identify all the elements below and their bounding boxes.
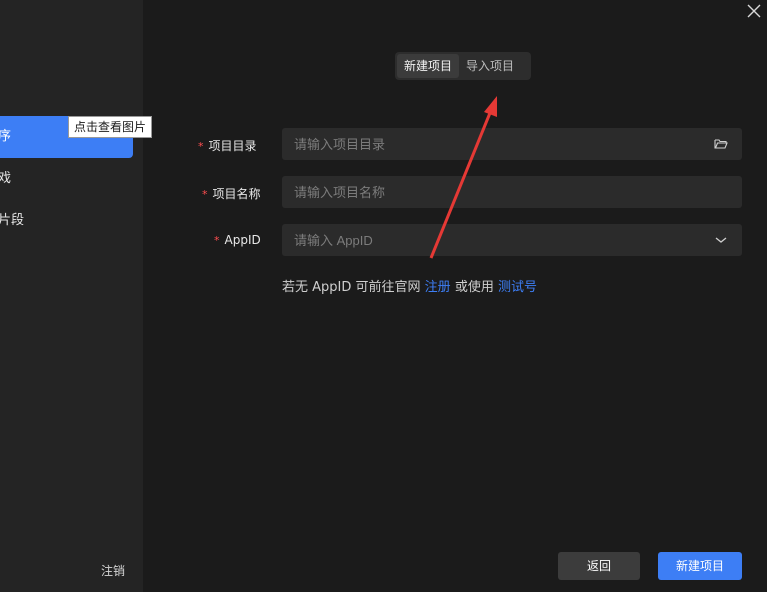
appid-field [282,224,742,256]
sidebar-item-label: 戏 [0,171,12,186]
project-name-input[interactable] [282,176,742,208]
mode-tabs: 新建项目 导入项目 [395,52,531,80]
tooltip: 点击查看图片 [68,116,153,138]
appid-hint: 若无 AppID 可前往官网 注册 或使用 测试号 [282,280,537,295]
folder-open-icon[interactable] [714,136,730,152]
test-account-link[interactable]: 测试号 [498,280,537,295]
chevron-down-icon[interactable] [714,232,730,248]
register-link[interactable]: 注册 [425,280,451,295]
project-name-label: * 项目名称 [202,187,261,201]
project-dir-label: * 项目目录 [198,139,257,153]
appid-label: * AppID [214,233,261,247]
project-name-field [282,176,742,208]
sidebar-item-label: 序 [0,129,12,144]
tab-import-project[interactable]: 导入项目 [459,54,521,78]
sidebar-item-snippet[interactable]: 片段 [0,200,133,242]
tab-new-project[interactable]: 新建项目 [397,54,460,78]
create-project-button[interactable]: 新建项目 [658,552,742,580]
project-dir-input[interactable] [282,128,742,160]
required-mark: * [202,188,208,201]
back-button[interactable]: 返回 [558,552,640,580]
logout-link[interactable]: 注销 [101,562,125,579]
required-mark: * [214,234,220,247]
sidebar-item-label: 片段 [0,213,25,228]
project-dir-field [282,128,742,160]
required-mark: * [198,140,204,153]
sidebar: 序 戏 片段 注销 [0,0,143,592]
close-icon[interactable] [746,4,762,20]
sidebar-item-game[interactable]: 戏 [0,158,133,200]
appid-input[interactable] [282,224,742,256]
